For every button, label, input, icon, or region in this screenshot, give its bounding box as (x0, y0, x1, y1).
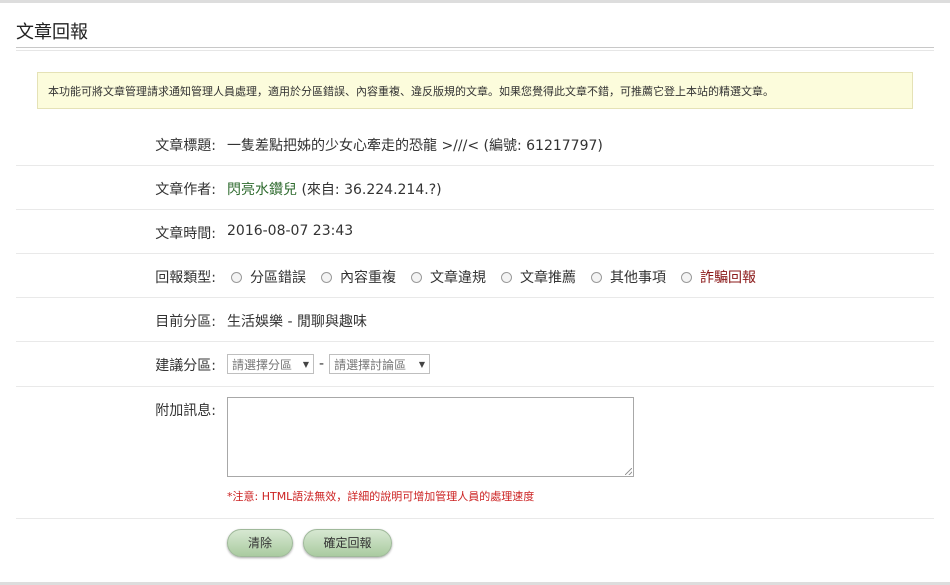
board-select[interactable]: 請選擇討論區 ▼ (329, 354, 431, 374)
title-divider (16, 47, 934, 51)
row-article-author: 文章作者: 閃亮水鑽兒 (來自: 36.224.214.?) (16, 166, 934, 210)
html-warning-note: *注意: HTML語法無效，詳細的說明可增加管理人員的處理速度 (227, 490, 535, 503)
author-link[interactable]: 閃亮水鑽兒 (227, 182, 297, 198)
radio-recommend[interactable]: 文章推薦 (501, 267, 576, 287)
radio-button[interactable] (231, 271, 242, 283)
message-label: 附加訊息: (155, 403, 216, 419)
article-time-label: 文章時間: (155, 226, 216, 242)
radio-label: 文章違規 (430, 270, 486, 286)
radio-label: 內容重複 (340, 270, 396, 286)
article-title-value: 一隻差點把姊的少女心牽走的恐龍 >///< (編號: 61217797) (227, 138, 603, 154)
radio-duplicate[interactable]: 內容重複 (321, 267, 396, 287)
current-section-value: 生活娛樂 - 閒聊與趣味 (227, 314, 367, 330)
board-select-value: 請選擇討論區 (334, 357, 407, 372)
report-type-options: 分區錯誤 內容重複 文章違規 文章推薦 其他事項 詐騙回報 (231, 267, 771, 287)
radio-section-error[interactable]: 分區錯誤 (231, 267, 306, 287)
row-article-time: 文章時間: 2016-08-07 23:43 (16, 210, 934, 254)
clear-button[interactable]: 清除 (227, 529, 293, 557)
message-textarea[interactable] (227, 397, 634, 477)
article-author-value: 閃亮水鑽兒 (來自: 36.224.214.?) (227, 179, 442, 199)
notice-box: 本功能可將文章管理請求通知管理人員處理，適用於分區錯誤、內容重複、違反版規的文章… (37, 72, 913, 109)
radio-fraud[interactable]: 詐騙回報 (681, 267, 756, 287)
row-current-section: 目前分區: 生活娛樂 - 閒聊與趣味 (16, 298, 934, 342)
radio-label: 分區錯誤 (250, 270, 306, 286)
page-title: 文章回報 (16, 22, 88, 43)
report-panel: 文章回報 本功能可將文章管理請求通知管理人員處理，適用於分區錯誤、內容重複、違反… (16, 0, 934, 585)
resize-handle-icon[interactable] (625, 468, 632, 475)
author-source: (來自: 36.224.214.?) (301, 182, 442, 198)
radio-button[interactable] (591, 271, 602, 283)
chevron-down-icon: ▼ (418, 359, 426, 369)
report-type-label: 回報類型: (155, 270, 216, 286)
article-time-value: 2016-08-07 23:43 (227, 223, 354, 239)
radio-label: 文章推薦 (520, 270, 576, 286)
row-article-title: 文章標題: 一隻差點把姊的少女心牽走的恐龍 >///< (編號: 6121779… (16, 122, 934, 166)
radio-button[interactable] (321, 271, 332, 283)
radio-button[interactable] (681, 271, 692, 283)
submit-report-button[interactable]: 確定回報 (303, 529, 392, 557)
select-separator: - (319, 356, 325, 372)
radio-other[interactable]: 其他事項 (591, 267, 666, 287)
radio-label: 詐騙回報 (700, 270, 756, 286)
article-author-label: 文章作者: (155, 182, 216, 198)
radio-violation[interactable]: 文章違規 (411, 267, 486, 287)
radio-button[interactable] (501, 271, 512, 283)
suggested-section-selects: 請選擇分區 ▼ - 請選擇討論區 ▼ (227, 354, 431, 374)
suggested-section-label: 建議分區: (155, 358, 216, 374)
current-section-label: 目前分區: (155, 314, 216, 330)
section-select[interactable]: 請選擇分區 ▼ (227, 354, 314, 374)
radio-label: 其他事項 (610, 270, 666, 286)
chevron-down-icon: ▼ (302, 359, 309, 369)
radio-button[interactable] (411, 271, 422, 283)
section-select-value: 請選擇分區 (232, 357, 293, 372)
row-suggested-section: 建議分區: 請選擇分區 ▼ - 請選擇討論區 ▼ (16, 342, 934, 387)
article-title-label: 文章標題: (155, 138, 216, 154)
row-report-type: 回報類型: 分區錯誤 內容重複 文章違規 文章推薦 其他事項 詐騙回報 (16, 254, 934, 298)
